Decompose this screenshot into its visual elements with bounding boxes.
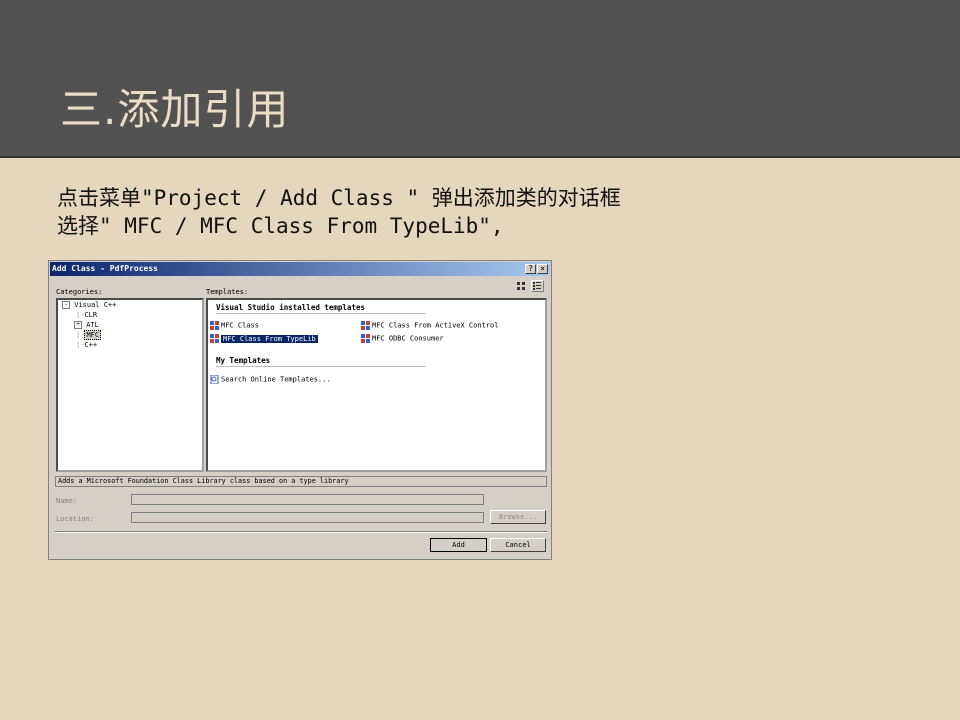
- templates-list[interactable]: Visual Studio installed templates MFC Cl…: [206, 298, 547, 472]
- template-mfc-class-from-typelib[interactable]: MFC Class From TypeLib: [210, 334, 318, 343]
- tree-node-mfc[interactable]: ¦- MFC: [76, 330, 102, 340]
- tree-node-visual-cpp[interactable]: - Visual C++: [62, 301, 116, 309]
- large-icons-view-icon[interactable]: [516, 281, 526, 291]
- close-button[interactable]: ×: [537, 264, 548, 274]
- slide-header: 三.添加引用: [0, 0, 960, 158]
- tree-node-cpp[interactable]: ¦-C++: [76, 341, 97, 349]
- templates-label: Templates:: [206, 288, 249, 296]
- categories-label: Categories:: [56, 288, 103, 296]
- browse-button[interactable]: Browse...: [490, 510, 546, 524]
- template-mfc-class[interactable]: MFC Class: [210, 321, 259, 330]
- body-line-2: 选择" MFC / MFC Class From TypeLib",: [57, 214, 504, 238]
- add-button[interactable]: Add: [430, 538, 487, 552]
- location-label: Location:: [56, 515, 94, 523]
- cancel-button[interactable]: Cancel: [490, 538, 546, 552]
- slide-title: 三.添加引用: [60, 85, 290, 134]
- footer-separator: [55, 531, 547, 533]
- help-button[interactable]: ?: [525, 264, 536, 274]
- body-line-1: 点击菜单"Project / Add Class " 弹出添加类的对话框: [57, 186, 621, 210]
- name-field[interactable]: [131, 494, 484, 505]
- small-icons-view-icon[interactable]: [531, 280, 544, 292]
- tree-node-atl[interactable]: + ATL: [74, 321, 99, 329]
- categories-tree[interactable]: - Visual C++ ¦-CLR + ATL ¦- MFC ¦-C++: [56, 298, 204, 472]
- tree-node-clr[interactable]: ¦-CLR: [76, 311, 97, 319]
- search-online-templates[interactable]: Search Online Templates...: [210, 374, 331, 385]
- location-field[interactable]: [131, 512, 484, 523]
- mfc-activex-icon: [361, 321, 370, 330]
- mfc-typelib-icon: [210, 334, 219, 343]
- collapse-icon[interactable]: -: [62, 301, 70, 309]
- template-description: Adds a Microsoft Foundation Class Librar…: [55, 476, 547, 487]
- expand-icon[interactable]: +: [74, 321, 82, 329]
- template-mfc-odbc-consumer[interactable]: MFC ODBC Consumer: [361, 334, 444, 343]
- dialog-title: Add Class - PdfProcess: [52, 264, 158, 273]
- slide-body: 点击菜单"Project / Add Class " 弹出添加类的对话框 选择" …: [57, 184, 621, 240]
- add-class-dialog: Add Class - PdfProcess ? × Categories: T…: [48, 260, 552, 560]
- search-online-icon: [210, 374, 219, 385]
- dialog-titlebar: Add Class - PdfProcess ? ×: [50, 262, 550, 276]
- section-my-templates: My Templates: [216, 356, 271, 365]
- section-divider: [216, 366, 426, 367]
- section-divider: [216, 313, 426, 314]
- section-installed-templates: Visual Studio installed templates: [216, 303, 366, 312]
- name-label: Name:: [56, 497, 78, 505]
- mfc-odbc-icon: [361, 334, 370, 343]
- template-mfc-class-from-activex[interactable]: MFC Class From ActiveX Control: [361, 321, 498, 330]
- mfc-class-icon: [210, 321, 219, 330]
